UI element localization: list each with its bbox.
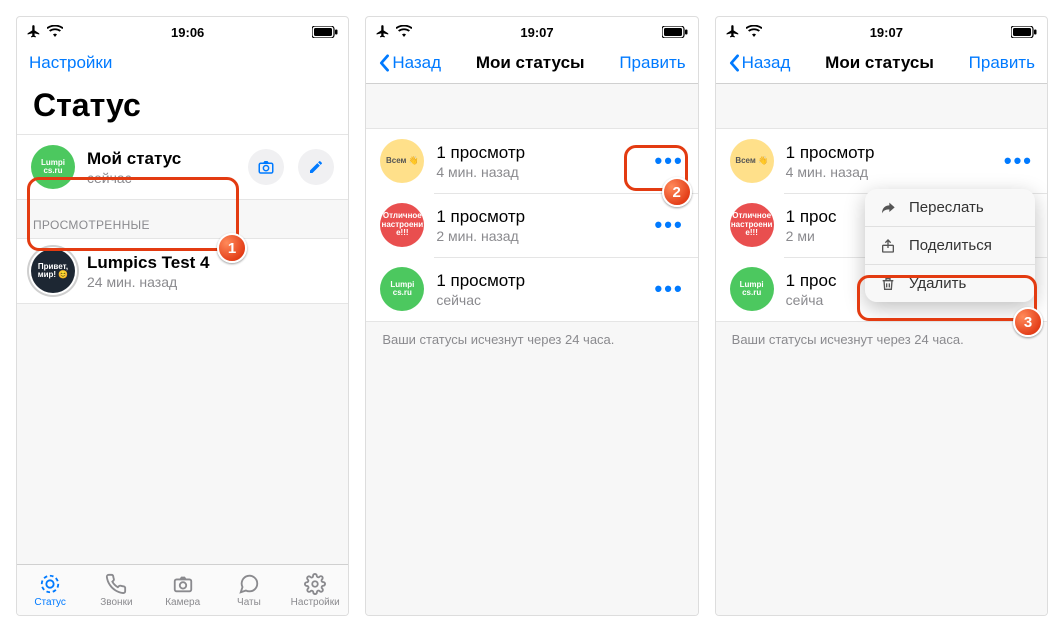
nav-bar: Назад Мои статусы Править: [716, 43, 1047, 84]
status-views: 1 просмотр: [436, 271, 654, 291]
airplane-icon: [726, 24, 740, 41]
menu-share[interactable]: Поделиться: [865, 226, 1035, 264]
back-button[interactable]: Назад: [378, 53, 441, 73]
viewed-sub: 24 мин. назад: [87, 274, 334, 290]
airplane-icon: [27, 24, 41, 41]
back-button[interactable]: Назад: [728, 53, 791, 73]
status-bar: 19:07: [366, 17, 697, 43]
page-title: Статус: [17, 83, 348, 134]
status-time-ago: 2 мин. назад: [436, 228, 654, 244]
status-time-ago: 4 мин. назад: [436, 164, 654, 180]
more-button[interactable]: •••: [655, 276, 684, 302]
more-button[interactable]: •••: [655, 212, 684, 238]
status-time: 19:06: [171, 25, 204, 40]
callout-badge-2: 2: [662, 177, 692, 207]
nav-bar: Назад Мои статусы Править: [366, 43, 697, 84]
status-bar: 19:06: [17, 17, 348, 43]
status-avatar: Всем 👋: [730, 139, 774, 183]
callout-badge-3: 3: [1013, 307, 1043, 337]
battery-icon: [1011, 26, 1037, 38]
tab-status[interactable]: Статус: [17, 565, 83, 615]
my-status-row[interactable]: Lumpi cs.ru Мой статус сейчас: [17, 135, 348, 199]
screen-status: 19:06 Настройки Статус Lumpi cs.ru Мой с…: [16, 16, 349, 616]
screen-my-statuses-menu: 19:07 Назад Мои статусы Править Всем 👋 1…: [715, 16, 1048, 616]
callout-badge-1: 1: [217, 233, 247, 263]
battery-icon: [312, 26, 338, 38]
edit-button[interactable]: Править: [969, 53, 1035, 73]
status-views: 1 просмотр: [436, 207, 654, 227]
more-button[interactable]: •••: [655, 148, 684, 174]
my-status-sub: сейчас: [87, 170, 248, 186]
nav-title: Мои статусы: [476, 53, 585, 73]
status-avatar: Lumpi cs.ru: [730, 267, 774, 311]
tab-settings[interactable]: Настройки: [282, 565, 348, 615]
menu-delete[interactable]: Удалить: [865, 264, 1035, 302]
tab-camera[interactable]: Камера: [150, 565, 216, 615]
status-row[interactable]: Lumpi cs.ru 1 просмотр сейчас •••: [366, 257, 697, 321]
menu-forward[interactable]: Переслать: [865, 189, 1035, 226]
status-time-ago: 4 мин. назад: [786, 164, 1004, 180]
camera-status-button[interactable]: [248, 149, 284, 185]
context-menu: Переслать Поделиться Удалить: [865, 189, 1035, 302]
airplane-icon: [376, 24, 390, 41]
viewed-title: Lumpics Test 4: [87, 253, 334, 273]
pencil-status-button[interactable]: [298, 149, 334, 185]
status-avatar: Отличное настроени е!!!: [730, 203, 774, 247]
status-bar: 19:07: [716, 17, 1047, 43]
trash-icon: [879, 276, 897, 292]
status-row[interactable]: Всем 👋 1 просмотр 4 мин. назад •••: [366, 129, 697, 193]
viewed-avatar: Привет, мир! 😊: [31, 249, 75, 293]
footnote: Ваши статусы исчезнут через 24 часа.: [716, 322, 1047, 357]
status-time: 19:07: [870, 25, 903, 40]
my-status-title: Мой статус: [87, 149, 248, 169]
tab-calls[interactable]: Звонки: [83, 565, 149, 615]
status-views: 1 просмотр: [436, 143, 654, 163]
status-avatar: Lumpi cs.ru: [380, 267, 424, 311]
forward-icon: [879, 200, 897, 216]
status-time-ago: сейчас: [436, 292, 654, 308]
my-status-avatar: Lumpi cs.ru: [31, 145, 75, 189]
nav-title: Мои статусы: [825, 53, 934, 73]
share-icon: [879, 238, 897, 254]
tab-chats[interactable]: Чаты: [216, 565, 282, 615]
tab-bar: Статус Звонки Камера Чаты Настройки: [17, 564, 348, 615]
more-button[interactable]: •••: [1004, 148, 1033, 174]
battery-icon: [662, 26, 688, 38]
footnote: Ваши статусы исчезнут через 24 часа.: [366, 322, 697, 357]
status-row[interactable]: Отличное настроени е!!! 1 просмотр 2 мин…: [366, 193, 697, 257]
wifi-icon: [47, 25, 63, 40]
screen-my-statuses: 19:07 Назад Мои статусы Править Всем 👋 1…: [365, 16, 698, 616]
nav-settings-link[interactable]: Настройки: [29, 53, 112, 73]
viewed-header: ПРОСМОТРЕННЫЕ: [17, 200, 348, 238]
status-views: 1 просмотр: [786, 143, 1004, 163]
edit-button[interactable]: Править: [619, 53, 685, 73]
status-avatar: Отличное настроени е!!!: [380, 203, 424, 247]
viewed-status-row[interactable]: Привет, мир! 😊 Lumpics Test 4 24 мин. на…: [17, 239, 348, 303]
wifi-icon: [746, 25, 762, 40]
status-time: 19:07: [520, 25, 553, 40]
status-avatar: Всем 👋: [380, 139, 424, 183]
wifi-icon: [396, 25, 412, 40]
nav-bar: Настройки: [17, 43, 348, 83]
status-row[interactable]: Всем 👋 1 просмотр 4 мин. назад •••: [716, 129, 1047, 193]
my-status-section: Lumpi cs.ru Мой статус сейчас: [17, 134, 348, 200]
